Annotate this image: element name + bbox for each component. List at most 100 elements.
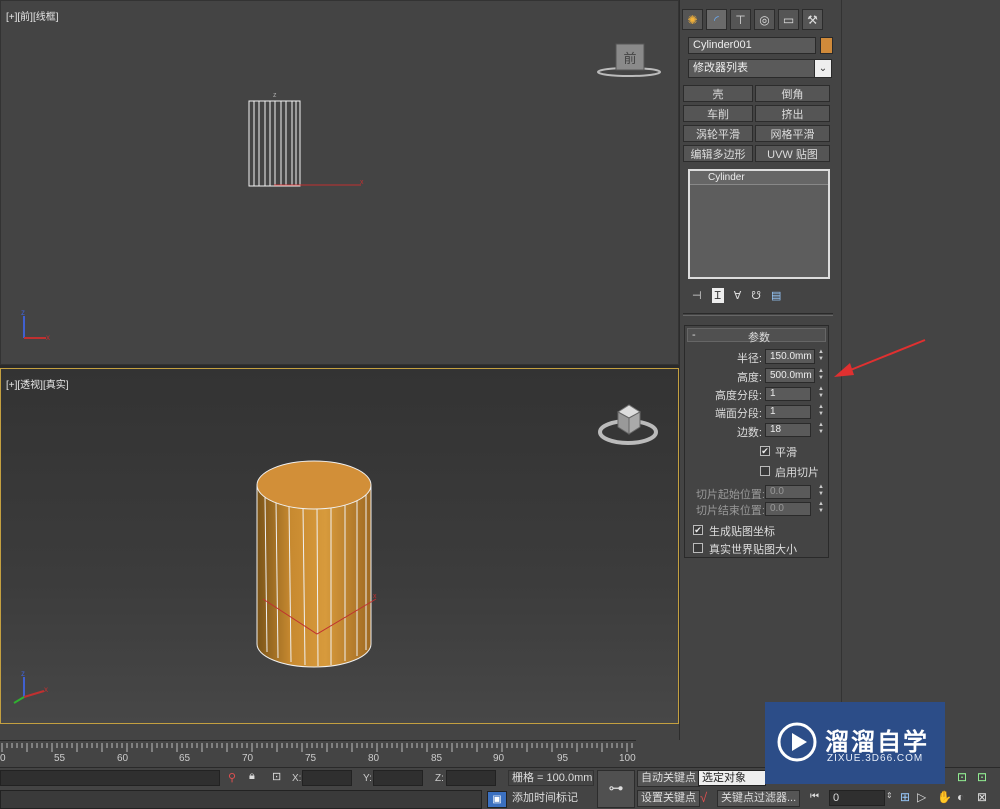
timeline-ticks: [1, 743, 633, 752]
perspective-viewport[interactable]: [+][透视][真实] x z x: [0, 368, 679, 724]
y-coord-field[interactable]: [373, 770, 423, 786]
modifier-edit-poly-button[interactable]: 编辑多边形: [683, 145, 753, 162]
zoom-extents-all-icon[interactable]: ⊡: [977, 770, 987, 784]
auto-key-button[interactable]: 自动关键点: [637, 770, 700, 787]
height-spinner[interactable]: ▲ ▼: [817, 368, 825, 383]
absolute-mode-icon[interactable]: ⊡: [272, 770, 281, 783]
sides-spinner[interactable]: ▲ ▼: [817, 422, 825, 437]
front-viewport[interactable]: [+][前][线框] 前 x z z x: [0, 0, 679, 365]
timeline-tick-label: 60: [117, 753, 129, 764]
orbit-icon[interactable]: ◐: [957, 790, 964, 804]
gen-map-coords-checkbox[interactable]: ✔: [693, 525, 703, 535]
svg-text:x: x: [373, 593, 377, 600]
motion-tab[interactable]: ◎: [754, 9, 775, 30]
object-color-swatch[interactable]: [820, 37, 833, 54]
prompt-line[interactable]: [0, 770, 220, 786]
axis-tripod-icon: z x: [21, 308, 50, 342]
height-segments-field[interactable]: 1: [765, 387, 811, 401]
remove-modifier-icon[interactable]: ☋: [751, 289, 761, 302]
selection-set-dropdown[interactable]: 选定对象: [698, 770, 766, 786]
slice-from-field[interactable]: 0.0: [765, 485, 811, 499]
viewcube-icon[interactable]: [596, 397, 661, 452]
smooth-checkbox[interactable]: ✔: [760, 446, 770, 456]
rollout-header[interactable]: - 参数: [687, 328, 826, 344]
timeline-tick-label: 85: [431, 753, 443, 764]
create-tab[interactable]: ✺: [682, 9, 703, 30]
pan-hand-icon[interactable]: ✋: [937, 790, 952, 804]
height-segments-spinner[interactable]: ▲ ▼: [817, 386, 825, 401]
modifier-bevel-button[interactable]: 倒角: [755, 85, 830, 102]
go-to-start-icon[interactable]: ⏮: [810, 791, 819, 802]
cylinder-shaded[interactable]: x: [251, 454, 391, 674]
viewcube-icon[interactable]: 前: [591, 39, 666, 81]
radius-spinner[interactable]: ▲ ▼: [817, 349, 825, 364]
isolate-icon[interactable]: ⚲: [228, 771, 236, 784]
real-world-map-checkbox[interactable]: [693, 543, 703, 553]
viewport-label[interactable]: [+][透视][真实]: [6, 376, 69, 391]
zoom-region-icon[interactable]: ▷: [917, 790, 926, 804]
show-end-result-icon[interactable]: Ɪ: [711, 287, 724, 303]
slice-from-spinner[interactable]: ▲ ▼: [817, 484, 825, 499]
time-config-icon[interactable]: ⊞: [900, 790, 910, 804]
frame-spinner[interactable]: ⇕: [886, 791, 893, 800]
add-time-tag-button[interactable]: 添加时间标记: [509, 791, 581, 808]
slice-to-spinner[interactable]: ▲ ▼: [817, 501, 825, 516]
timeline-tick-label: 100: [619, 753, 636, 764]
modifier-stack-list[interactable]: Cylinder: [688, 169, 830, 279]
modify-tab[interactable]: ◜: [706, 9, 727, 30]
timeline-tick-label: 55: [54, 753, 66, 764]
z-coord-field[interactable]: [446, 770, 496, 786]
slice-on-checkbox[interactable]: [760, 466, 770, 476]
set-key-button[interactable]: 设置关键点: [637, 790, 700, 807]
svg-text:z: z: [21, 308, 25, 317]
z-coord-label: Z:: [435, 773, 444, 784]
pin-stack-icon[interactable]: ⊣: [692, 289, 702, 302]
height-field[interactable]: 500.0mm: [765, 368, 815, 383]
key-curve-icon[interactable]: √: [700, 790, 707, 805]
modifier-list-dropdown[interactable]: 修改器列表: [688, 59, 824, 78]
timeline-tick-label: 90: [493, 753, 505, 764]
key-filters-button[interactable]: 关键点过滤器...: [717, 790, 801, 807]
x-coord-label: X:: [292, 773, 302, 784]
radius-field[interactable]: 150.0mm: [765, 349, 815, 364]
current-frame-field[interactable]: 0: [829, 790, 885, 806]
hierarchy-tab[interactable]: ⊤: [730, 9, 751, 30]
slice-on-label: 启用切片: [775, 467, 819, 479]
maxscript-listener[interactable]: [0, 790, 482, 809]
cap-segments-field[interactable]: 1: [765, 405, 811, 419]
modifier-uvw-map-button[interactable]: UVW 贴图: [755, 145, 830, 162]
y-coord-label: Y:: [363, 773, 372, 784]
zoom-extents-icon[interactable]: ⊡: [957, 770, 967, 784]
modifier-turbosmooth-button[interactable]: 涡轮平滑: [683, 125, 753, 142]
parameters-rollout: - 参数 半径: 150.0mm ▲ ▼ 高度: 500.0mm ▲ ▼ 高度分段:…: [684, 325, 829, 558]
make-unique-icon[interactable]: ∀: [734, 289, 742, 302]
rollout-toggle[interactable]: -: [692, 329, 696, 341]
stack-item-cylinder[interactable]: Cylinder: [690, 171, 828, 185]
modifier-meshsmooth-button[interactable]: 网格平滑: [755, 125, 830, 142]
lock-icon[interactable]: 🔒︎: [249, 770, 255, 783]
display-tab[interactable]: ▭: [778, 9, 799, 30]
sides-field[interactable]: 18: [765, 423, 811, 437]
configure-sets-icon[interactable]: ▤: [771, 289, 781, 302]
display-monitor-icon: ▭: [782, 12, 795, 27]
viewcube-face-label: 前: [623, 51, 636, 66]
maximize-viewport-icon[interactable]: ⊠: [977, 790, 987, 804]
x-coord-field[interactable]: [302, 770, 352, 786]
timeline-ruler[interactable]: 0 55 60 65 70 75 80 85 90 95 100: [0, 740, 636, 767]
modifier-shell-button[interactable]: 壳: [683, 85, 753, 102]
cap-segments-spinner[interactable]: ▲ ▼: [817, 404, 825, 419]
viewport-label[interactable]: [+][前][线框]: [6, 8, 59, 23]
utilities-tab[interactable]: ⚒: [802, 9, 823, 30]
set-key-icon[interactable]: ⊶: [597, 770, 635, 808]
chevron-down-icon[interactable]: ⌄: [814, 59, 832, 78]
object-name-field[interactable]: Cylinder001: [688, 37, 816, 54]
timeline-tick-label: 0: [0, 753, 6, 764]
sun-icon: ✺: [687, 12, 698, 27]
time-tag-icon[interactable]: ▣: [487, 791, 507, 808]
modifier-extrude-button[interactable]: 挤出: [755, 105, 830, 122]
slice-to-field[interactable]: 0.0: [765, 502, 811, 516]
cylinder-wireframe: x z: [248, 92, 364, 187]
watermark-logo: 溜溜自学 ZIXUE.3D66.COM: [765, 702, 945, 784]
modifier-lathe-button[interactable]: 车削: [683, 105, 753, 122]
gen-map-coords-label: 生成贴图坐标: [709, 526, 775, 538]
